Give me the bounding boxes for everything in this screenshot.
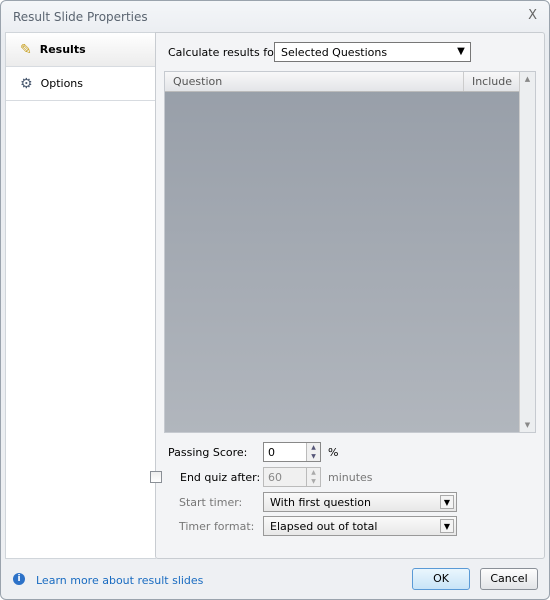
passing-score-value: 0	[268, 446, 275, 459]
minutes-unit: minutes	[328, 471, 373, 484]
spinner-arrows-icon[interactable]: ▲ ▼	[306, 468, 320, 486]
chevron-down-icon: ▼	[440, 495, 454, 509]
sidebar-item-label: Results	[39, 43, 86, 56]
help-link[interactable]: Learn more about result slides	[36, 574, 203, 587]
timer-format-value: Elapsed out of total	[270, 520, 378, 533]
end-quiz-checkbox[interactable]	[150, 471, 162, 483]
start-timer-dropdown[interactable]: With first question ▼	[263, 492, 457, 512]
timer-format-dropdown[interactable]: Elapsed out of total ▼	[263, 516, 457, 536]
sidebar: ✎ Results ⚙ Options	[5, 32, 156, 559]
calculate-value: Selected Questions	[281, 46, 388, 59]
calculate-label: Calculate results for:	[168, 46, 282, 59]
percent-unit: %	[328, 446, 339, 459]
info-icon: i	[13, 573, 25, 585]
calculate-results-dropdown[interactable]: Selected Questions ▼	[274, 42, 471, 62]
passing-score-input[interactable]: 0 ▲ ▼	[263, 442, 321, 462]
timer-format-label: Timer format:	[179, 520, 255, 533]
sidebar-item-results[interactable]: ✎ Results	[6, 33, 156, 67]
dialog-window: Result Slide Properties X ✎ Results ⚙ Op…	[0, 0, 550, 600]
gear-icon: ⚙	[20, 75, 33, 92]
ok-button[interactable]: OK	[412, 568, 470, 590]
start-timer-label: Start timer:	[179, 496, 243, 509]
sidebar-item-label: Options	[40, 77, 84, 90]
cancel-button[interactable]: Cancel	[480, 568, 538, 590]
questions-table: Question Include ▲ ▼	[164, 71, 536, 433]
sidebar-item-options[interactable]: ⚙ Options	[6, 67, 156, 101]
close-icon[interactable]: X	[528, 8, 537, 23]
scroll-up-icon[interactable]: ▲	[520, 75, 535, 83]
vertical-scrollbar[interactable]: ▲ ▼	[519, 72, 535, 432]
pencil-icon: ✎	[20, 41, 32, 58]
start-timer-value: With first question	[270, 496, 371, 509]
table-header: Question Include	[165, 72, 520, 92]
chevron-down-icon: ▼	[440, 519, 454, 533]
end-quiz-label: End quiz after:	[180, 471, 261, 484]
end-quiz-minutes-input[interactable]: 60 ▲ ▼	[263, 467, 321, 487]
chevron-down-icon: ▼	[457, 46, 465, 57]
spinner-arrows-icon[interactable]: ▲ ▼	[306, 443, 320, 461]
results-panel: Calculate results for: Selected Question…	[155, 32, 545, 559]
end-quiz-value: 60	[268, 471, 282, 484]
column-question[interactable]: Question	[165, 72, 464, 91]
passing-score-label: Passing Score:	[168, 446, 248, 459]
dialog-title: Result Slide Properties	[13, 10, 148, 24]
column-include[interactable]: Include	[464, 72, 520, 91]
scroll-down-icon[interactable]: ▼	[520, 421, 535, 429]
